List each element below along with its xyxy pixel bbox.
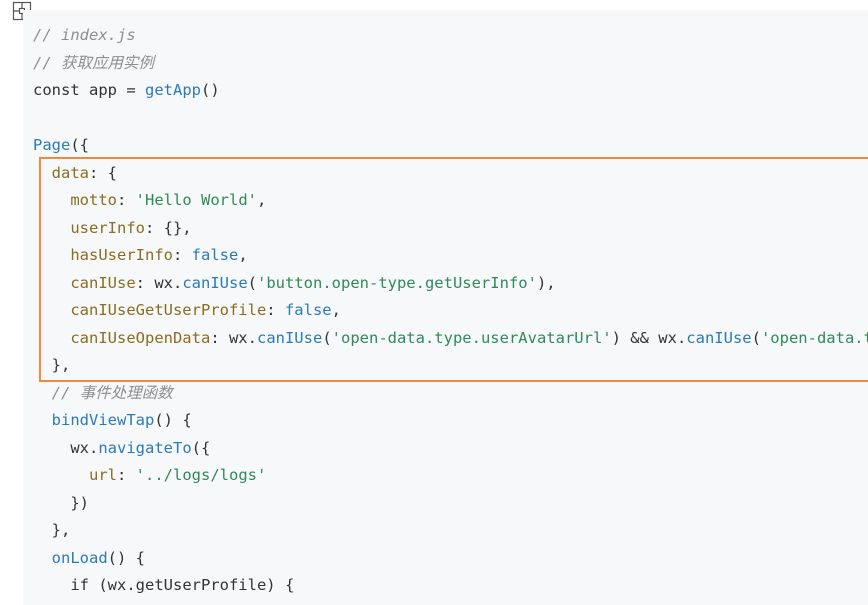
code-token-bool: false — [191, 246, 239, 264]
code-token-str: 'open-data.type.userAvatarUrl' — [331, 328, 612, 347]
code-line: onLoad() { — [33, 545, 868, 573]
code-token-plain: : wx. — [135, 273, 183, 292]
code-line: }, — [33, 352, 868, 380]
code-token-str: 'Hello World' — [135, 191, 257, 209]
code-token-plain: app = — [89, 81, 145, 99]
code-line: const app = getApp() — [33, 77, 868, 105]
code-token-prop: canIUse — [70, 273, 136, 292]
code-token-prop: canIUseGetUserProfile — [70, 301, 267, 319]
code-token-plain: wx. — [33, 438, 99, 457]
code-line: // 获取应用实例 — [33, 50, 868, 78]
code-line: // 事件处理函数 — [33, 380, 868, 408]
code-token-plain: }) — [33, 493, 89, 512]
code-token-plain: , — [238, 246, 248, 264]
code-token-plain: : { — [89, 163, 117, 182]
code-line: canIUse: wx.canIUse('button.open-type.ge… — [33, 270, 868, 298]
code-token-plain: : — [266, 301, 285, 319]
code-token-plain: ( — [751, 328, 761, 347]
code-token-comment: // index.js — [33, 26, 136, 44]
code-token-plain: : {}, — [144, 218, 192, 237]
code-token-prop: userInfo — [70, 218, 145, 237]
code-token-plain: ({ — [70, 136, 89, 154]
code-token-str: 'button.open-type.getUserInfo' — [257, 273, 537, 292]
code-token-plain: : — [117, 191, 136, 209]
code-token-plain: ({ — [191, 438, 211, 457]
code-line: if (wx.getUserProfile) { — [33, 572, 868, 600]
code-token-kw: if — [70, 576, 99, 594]
code-token-plain: }, — [33, 356, 71, 374]
code-line: motto: 'Hello World', — [33, 187, 868, 215]
code-token-bool: false — [284, 301, 332, 319]
code-line: canIUseGetUserProfile: false, — [33, 297, 868, 325]
code-token-plain: ( — [247, 273, 257, 292]
code-line: wx.navigateTo({ — [33, 435, 868, 463]
code-token-plain: }, — [33, 521, 71, 539]
code-token-plain: ( — [322, 328, 332, 347]
code-token-prop: canIUseOpenData — [70, 328, 211, 347]
code-line: data: { — [33, 160, 868, 188]
code-token-prop: motto — [70, 191, 117, 209]
code-line: userInfo: {}, — [33, 215, 868, 243]
code-token-plain: (wx.getUserProfile) { — [98, 576, 295, 594]
code-block[interactable]: // index.js// 获取应用实例 const app = getApp()… — [23, 10, 868, 605]
code-line: // index.js — [33, 22, 868, 50]
code-token-plain: , — [257, 191, 267, 209]
code-token-plain: , — [331, 301, 341, 319]
code-line: this.setData({ — [33, 600, 868, 605]
code-line: canIUseOpenData: wx.canIUse('open-data.t… — [33, 325, 868, 353]
code-token-plain: ), — [536, 273, 556, 292]
code-token-prop: hasUserInfo — [70, 246, 173, 264]
code-line: hasUserInfo: false, — [33, 242, 868, 270]
code-token-plain: : wx. — [210, 328, 257, 347]
code-lines[interactable]: // index.js// 获取应用实例 const app = getApp()… — [33, 22, 868, 605]
code-token-fn: canIUse — [256, 328, 323, 347]
code-line: bindViewTap() { — [33, 407, 868, 435]
code-token-fn: canIUse — [182, 273, 248, 292]
code-line: url: '../logs/logs' — [33, 462, 868, 490]
code-token-fn: canIUse — [686, 328, 752, 347]
code-line: }) — [33, 490, 868, 518]
code-token-prop: url — [89, 466, 117, 484]
code-token-fn: bindViewTap — [51, 411, 155, 429]
code-token-plain: () — [201, 81, 220, 99]
code-token-plain: : — [117, 466, 136, 484]
code-token-plain: () { — [107, 548, 145, 567]
code-token-comment: // 获取应用实例 — [33, 53, 154, 72]
code-token-plain: () { — [154, 411, 192, 429]
code-token-comment: // 事件处理函数 — [51, 383, 173, 402]
code-token-fn: getApp — [145, 81, 201, 99]
code-token-plain: : — [172, 246, 192, 264]
code-line: Page({ — [33, 132, 868, 160]
code-token-fn: navigateTo — [98, 438, 192, 457]
code-token-kw: const — [33, 81, 89, 99]
code-line: }, — [33, 517, 868, 545]
code-token-prop: data — [51, 163, 89, 182]
code-token-fn: Page — [33, 136, 71, 154]
code-token-str: '../logs/logs' — [135, 466, 267, 484]
code-token-fn: onLoad — [51, 548, 108, 567]
code-token-plain: ) && wx. — [611, 328, 687, 347]
code-token-str: 'open-data.type.userNickName' — [760, 328, 868, 347]
